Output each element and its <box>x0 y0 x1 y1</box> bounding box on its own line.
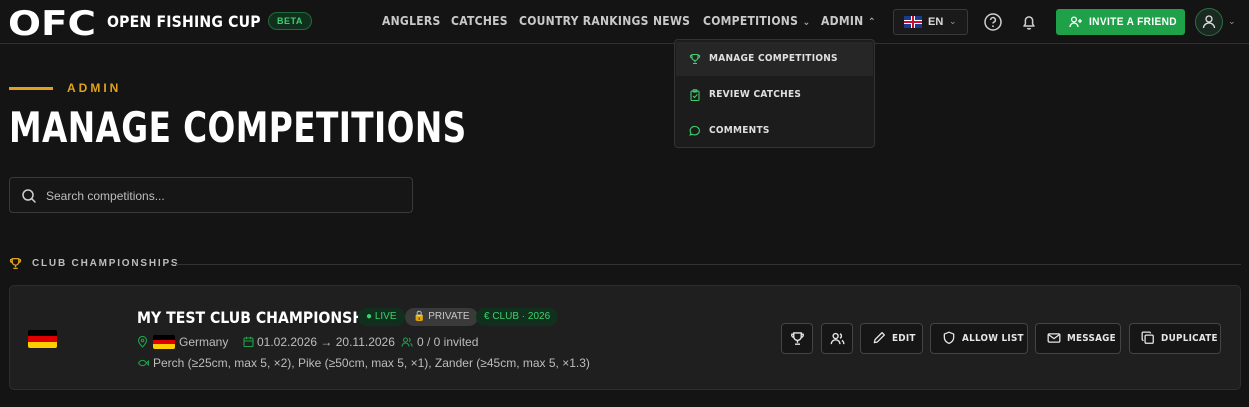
brand-name[interactable]: OPEN FISHING CUP <box>107 12 261 31</box>
section-label: CLUB CHAMPIONSHIPS <box>32 258 180 269</box>
trophy-icon <box>689 53 701 65</box>
invited-meta: 0 / 0 invited <box>401 334 501 350</box>
menu-item-review-catches[interactable]: REVIEW CATCHES <box>676 78 873 112</box>
bell-icon[interactable] <box>1018 11 1040 33</box>
nav-admin-label: ADMIN <box>821 14 864 28</box>
help-icon[interactable] <box>982 11 1004 33</box>
mail-icon <box>1047 333 1061 343</box>
search-input[interactable] <box>46 186 396 206</box>
trophy-icon <box>9 257 22 270</box>
copy-icon <box>1141 331 1154 344</box>
fish-icon <box>137 359 149 367</box>
user-menu[interactable]: ⌄ <box>1195 8 1239 36</box>
chevron-down-icon: ⌄ <box>802 17 811 28</box>
section-header: CLUB CHAMPIONSHIPS <box>9 256 1241 272</box>
allow-list-button[interactable]: ALLOW LIST <box>930 323 1028 354</box>
menu-item-manage-competitions[interactable]: MANAGE COMPETITIONS <box>676 42 873 76</box>
invite-friend-label: INVITE A FRIEND <box>1089 16 1177 28</box>
visibility-badge: 🔒 PRIVATE <box>405 308 478 326</box>
users-icon <box>830 332 845 345</box>
status-badge: ● LIVE <box>358 308 405 326</box>
competition-card[interactable]: MY TEST CLUB CHAMPIONSHIP ● LIVE 🔒 PRIVA… <box>9 285 1241 390</box>
duplicate-button[interactable]: DUPLICATE <box>1129 323 1221 354</box>
menu-item-label: REVIEW CATCHES <box>709 89 802 100</box>
message-button[interactable]: MESSAGE <box>1035 323 1121 354</box>
chevron-down-icon: ⌄ <box>1228 16 1236 26</box>
competition-title[interactable]: MY TEST CLUB CHAMPIONSHIP <box>137 308 380 327</box>
users-icon <box>401 337 413 347</box>
calendar-icon <box>243 336 254 348</box>
nav-country-rankings[interactable]: COUNTRY RANKINGS <box>519 14 649 28</box>
search-box <box>9 177 413 213</box>
logo-text: OFC <box>8 5 96 39</box>
user-icon <box>1202 15 1216 29</box>
top-navbar: OFC OPEN FISHING CUP BETA ANGLERS CATCHE… <box>0 0 1249 44</box>
participants-button[interactable] <box>821 323 853 354</box>
beta-badge: BETA <box>268 12 312 30</box>
menu-item-label: COMMENTS <box>709 125 770 136</box>
nav-news[interactable]: NEWS <box>653 14 690 28</box>
pencil-icon <box>873 331 886 344</box>
nav-catches[interactable]: CATCHES <box>451 14 508 28</box>
germany-flag-icon <box>28 330 57 348</box>
menu-item-comments[interactable]: COMMENTS <box>676 114 873 148</box>
clipboard-check-icon <box>690 89 700 101</box>
invited-count: 0 / 0 invited <box>417 335 479 349</box>
location-pin-icon <box>137 336 148 348</box>
avatar <box>1195 8 1223 36</box>
page-title: MANAGE COMPETITIONS <box>9 103 467 152</box>
uk-flag-icon <box>904 16 922 28</box>
invite-friend-button[interactable]: INVITE A FRIEND <box>1056 9 1185 35</box>
nav-admin[interactable]: ADMIN ⌃ <box>821 14 876 28</box>
allow-list-label: ALLOW LIST <box>962 333 1024 344</box>
species-rules-text: Perch (≥25cm, max 5, ×2), Pike (≥50cm, m… <box>153 356 590 370</box>
language-code: EN <box>928 16 944 28</box>
date-range: 01.02.2026 → 20.11.2026 <box>257 335 395 349</box>
chevron-down-icon: ⌄ <box>949 16 957 26</box>
shield-icon <box>943 331 955 345</box>
add-user-icon <box>1069 16 1082 28</box>
eyebrow-label: ADMIN <box>67 81 122 95</box>
section-divider <box>176 264 1241 265</box>
type-badge: € CLUB · 2026 <box>476 308 559 326</box>
germany-flag-icon <box>153 335 175 349</box>
message-label: MESSAGE <box>1067 333 1116 344</box>
menu-item-label: MANAGE COMPETITIONS <box>709 53 838 64</box>
language-selector[interactable]: EN ⌄ <box>893 9 968 35</box>
nav-competitions-label: COMPETITIONS <box>703 14 799 28</box>
country-name: Germany <box>179 335 229 349</box>
location-meta: Germany <box>137 334 237 350</box>
chat-bubble-icon <box>689 125 700 136</box>
date-range-meta: 01.02.2026 → 20.11.2026 <box>243 334 403 350</box>
trophy-icon <box>791 332 804 345</box>
edit-label: EDIT <box>892 333 916 344</box>
results-button[interactable] <box>781 323 813 354</box>
eyebrow-line <box>9 87 53 90</box>
nav-anglers[interactable]: ANGLERS <box>382 14 441 28</box>
edit-button[interactable]: EDIT <box>860 323 923 354</box>
admin-dropdown-menu: MANAGE COMPETITIONS REVIEW CATCHES COMME… <box>674 39 875 148</box>
ofc-logo[interactable]: OFC <box>8 5 98 39</box>
chevron-up-icon: ⌃ <box>867 17 876 28</box>
search-icon <box>22 189 36 203</box>
duplicate-label: DUPLICATE <box>1161 333 1218 344</box>
nav-competitions[interactable]: COMPETITIONS ⌄ <box>703 14 810 28</box>
